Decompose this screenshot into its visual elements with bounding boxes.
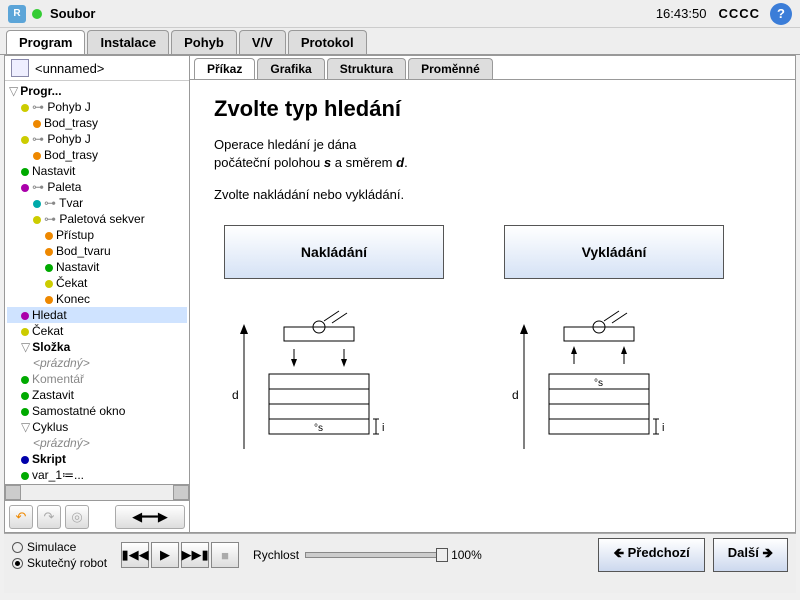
tree-node[interactable]: Samostatné okno — [7, 403, 187, 419]
speed-slider[interactable] — [305, 552, 445, 558]
svg-text:d: d — [512, 388, 519, 402]
speed-value: 100% — [451, 548, 482, 562]
tree-node[interactable]: Přístup — [7, 227, 187, 243]
real-robot-radio[interactable]: Skutečný robot — [12, 556, 107, 570]
ur-logo-icon: R — [8, 5, 26, 23]
content-panel: Příkaz Grafika Struktura Proměnné Zvolte… — [190, 56, 795, 532]
redo-button[interactable]: ↷ — [37, 505, 61, 529]
tab-promenne[interactable]: Proměnné — [408, 58, 493, 79]
program-tree-panel: <unnamed> ▽Progr...⊶ Pohyb JBod_trasy⊶ P… — [5, 56, 190, 532]
tree-node[interactable]: ▽Progr... — [7, 83, 187, 99]
previous-button[interactable]: 🡸 Předchozí — [598, 538, 704, 572]
tree-node[interactable]: <prázdný> — [7, 435, 187, 451]
tree-node[interactable]: Bod_trasy — [7, 115, 187, 131]
tree-node[interactable]: Skript — [7, 451, 187, 467]
unloading-diagram: d °s i — [504, 309, 724, 459]
mode-selector: Simulace Skutečný robot — [12, 540, 107, 570]
status-text: CCCC — [718, 6, 760, 21]
loading-diagram: d °s i — [224, 309, 444, 459]
tree-node[interactable]: ▽Cyklus — [7, 419, 187, 435]
sub-tabs: Příkaz Grafika Struktura Proměnné — [190, 56, 795, 80]
svg-text:i: i — [662, 422, 664, 434]
tab-instalace[interactable]: Instalace — [87, 30, 169, 54]
play-button[interactable]: ▶ — [151, 542, 179, 568]
undo-button[interactable]: ↶ — [9, 505, 33, 529]
tab-protokol[interactable]: Protokol — [288, 30, 367, 54]
tree-toolbar: ↶ ↷ ◎ ◀━━▶ — [5, 500, 189, 532]
help-icon[interactable]: ? — [770, 3, 792, 25]
tree-node[interactable]: Čekat — [7, 323, 187, 339]
tree-scrollbar[interactable] — [5, 484, 189, 500]
clock: 16:43:50 — [656, 6, 707, 21]
next-button[interactable]: Další 🡺 — [713, 538, 788, 572]
description-2: Zvolte nakládání nebo vykládání. — [214, 186, 771, 204]
svg-text:i: i — [382, 422, 384, 434]
main-tabs: Program Instalace Pohyb V/V Protokol — [0, 28, 800, 55]
tab-struktura[interactable]: Struktura — [327, 58, 406, 79]
tree-node[interactable]: Komentář — [7, 371, 187, 387]
tree-node[interactable]: ⊶ Paletová sekver — [7, 211, 187, 227]
tree-node[interactable]: var_1≔... — [7, 467, 187, 483]
filename: <unnamed> — [35, 61, 104, 76]
title-bar: R Soubor 16:43:50 CCCC ? — [0, 0, 800, 28]
file-header: <unnamed> — [5, 56, 189, 81]
file-menu[interactable]: Soubor — [50, 6, 96, 21]
tree-node[interactable]: Čekat — [7, 275, 187, 291]
simulation-radio[interactable]: Simulace — [12, 540, 107, 554]
playback-controls: ▮◀◀ ▶ ▶▶▮ ■ — [121, 542, 239, 568]
speed-label: Rychlost — [253, 548, 299, 562]
loading-button[interactable]: Nakládání — [224, 225, 444, 279]
svg-text:°s: °s — [594, 378, 603, 389]
footer: Simulace Skutečný robot ▮◀◀ ▶ ▶▶▮ ■ Rych… — [4, 533, 796, 593]
scroll-right-icon[interactable] — [173, 485, 189, 500]
description-1: Operace hledání je dána počáteční poloho… — [214, 136, 771, 172]
save-icon[interactable] — [11, 59, 29, 77]
tree-node[interactable]: Zastavit — [7, 387, 187, 403]
page-title: Zvolte typ hledání — [214, 96, 771, 122]
tree-node[interactable]: ⊶ Pohyb J — [7, 131, 187, 147]
tree-node[interactable]: ⊶ Paleta — [7, 179, 187, 195]
tree-node[interactable]: Nastavit — [7, 163, 187, 179]
tree-node[interactable]: ⊶ Tvar — [7, 195, 187, 211]
tree-node[interactable]: Nastavit — [7, 259, 187, 275]
status-dot-icon — [32, 9, 42, 19]
program-tree[interactable]: ▽Progr...⊶ Pohyb JBod_trasy⊶ Pohyb JBod_… — [5, 81, 189, 484]
tree-node[interactable]: ⊶ Pohyb J — [7, 99, 187, 115]
tab-pohyb[interactable]: Pohyb — [171, 30, 237, 54]
tree-node[interactable]: Bod_trasy — [7, 147, 187, 163]
tree-node[interactable]: Konec — [7, 291, 187, 307]
tree-node[interactable]: ▽Složka — [7, 339, 187, 355]
stop-button[interactable]: ■ — [211, 542, 239, 568]
tab-program[interactable]: Program — [6, 30, 85, 54]
svg-text:d: d — [232, 388, 239, 402]
scroll-left-icon[interactable] — [5, 485, 21, 500]
unloading-button[interactable]: Vykládání — [504, 225, 724, 279]
target-button[interactable]: ◎ — [65, 505, 89, 529]
tab-prikaz[interactable]: Příkaz — [194, 58, 255, 79]
tab-grafika[interactable]: Grafika — [257, 58, 324, 79]
move-button[interactable]: ◀━━▶ — [115, 505, 185, 529]
tree-node[interactable]: <prázdný> — [7, 355, 187, 371]
svg-text:°s: °s — [314, 423, 323, 434]
skip-back-button[interactable]: ▮◀◀ — [121, 542, 149, 568]
tree-node[interactable]: Bod_tvaru — [7, 243, 187, 259]
skip-fwd-button[interactable]: ▶▶▮ — [181, 542, 209, 568]
tab-vv[interactable]: V/V — [239, 30, 286, 54]
tree-node[interactable]: Hledat — [7, 307, 187, 323]
